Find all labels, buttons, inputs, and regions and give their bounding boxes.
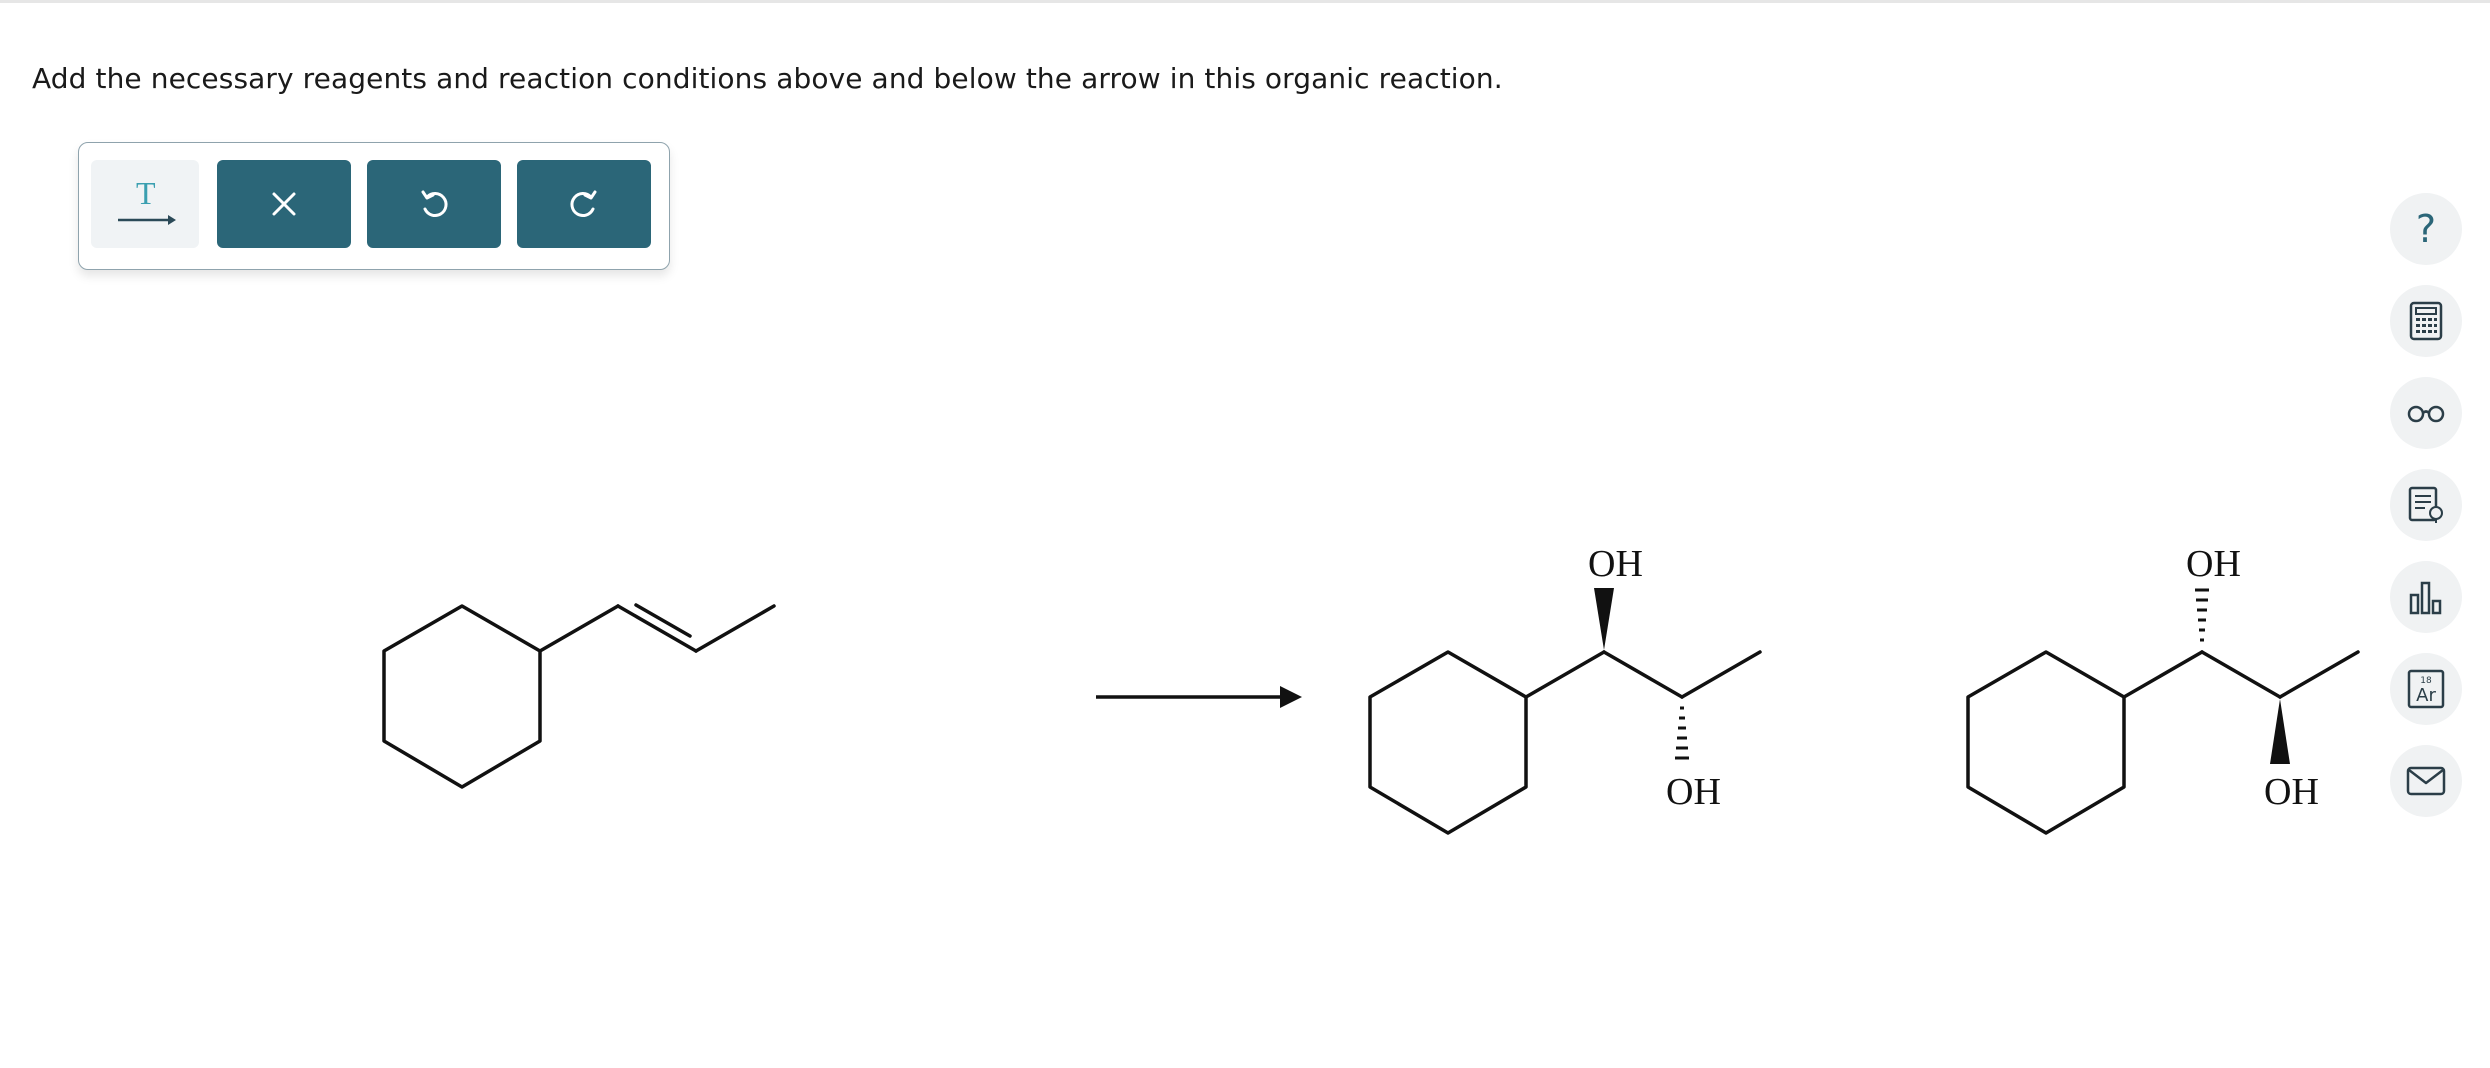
calculator-icon <box>2409 301 2443 341</box>
reactant-cyclohexane-ring <box>382 604 542 789</box>
periodic-element-icon: 18 Ar <box>2407 669 2445 709</box>
data-button[interactable] <box>2390 561 2462 633</box>
product2-cyclohexane-ring <box>1966 650 2126 835</box>
close-icon <box>272 192 296 216</box>
redo-icon <box>570 190 597 217</box>
help-button[interactable]: ? <box>2390 193 2462 265</box>
product1-top-oh-label: OH <box>1588 543 1643 585</box>
redo-button[interactable] <box>517 160 651 248</box>
question-icon: ? <box>2415 207 2437 251</box>
notes-icon <box>2408 486 2443 523</box>
product2-bottom-oh-label: OH <box>2264 771 2319 813</box>
clear-button[interactable] <box>217 160 351 248</box>
product1-bottom-oh-label: OH <box>1666 771 1721 813</box>
top-divider <box>0 0 2490 3</box>
undo-button[interactable] <box>367 160 501 248</box>
product1-wedge-bond <box>1594 588 1614 650</box>
reaction-arrow-head <box>1280 686 1302 708</box>
arrow-text-tool-button[interactable]: T <box>91 160 199 248</box>
product2-top-oh-label: OH <box>2186 543 2241 585</box>
periodic-table-button[interactable]: 18 Ar <box>2390 653 2462 725</box>
reading-glasses-button[interactable] <box>2390 377 2462 449</box>
text-tool-glyph: T <box>136 175 156 211</box>
envelope-icon <box>2406 766 2446 796</box>
product2-wedge-bond <box>2270 699 2290 764</box>
notes-button[interactable] <box>2390 469 2462 541</box>
message-button[interactable] <box>2390 745 2462 817</box>
product1-cyclohexane-ring <box>1368 650 1528 835</box>
bar-chart-icon <box>2409 581 2442 615</box>
svg-text:Ar: Ar <box>2416 685 2436 706</box>
product2-hash-bond <box>2195 588 2209 642</box>
question-prompt: Add the necessary reagents and reaction … <box>32 62 1503 95</box>
calculator-button[interactable] <box>2390 285 2462 357</box>
drawing-toolbar: T <box>78 142 670 270</box>
undo-icon <box>421 190 448 217</box>
glasses-icon <box>2407 405 2445 423</box>
product1-hash-bond <box>1675 706 1689 760</box>
